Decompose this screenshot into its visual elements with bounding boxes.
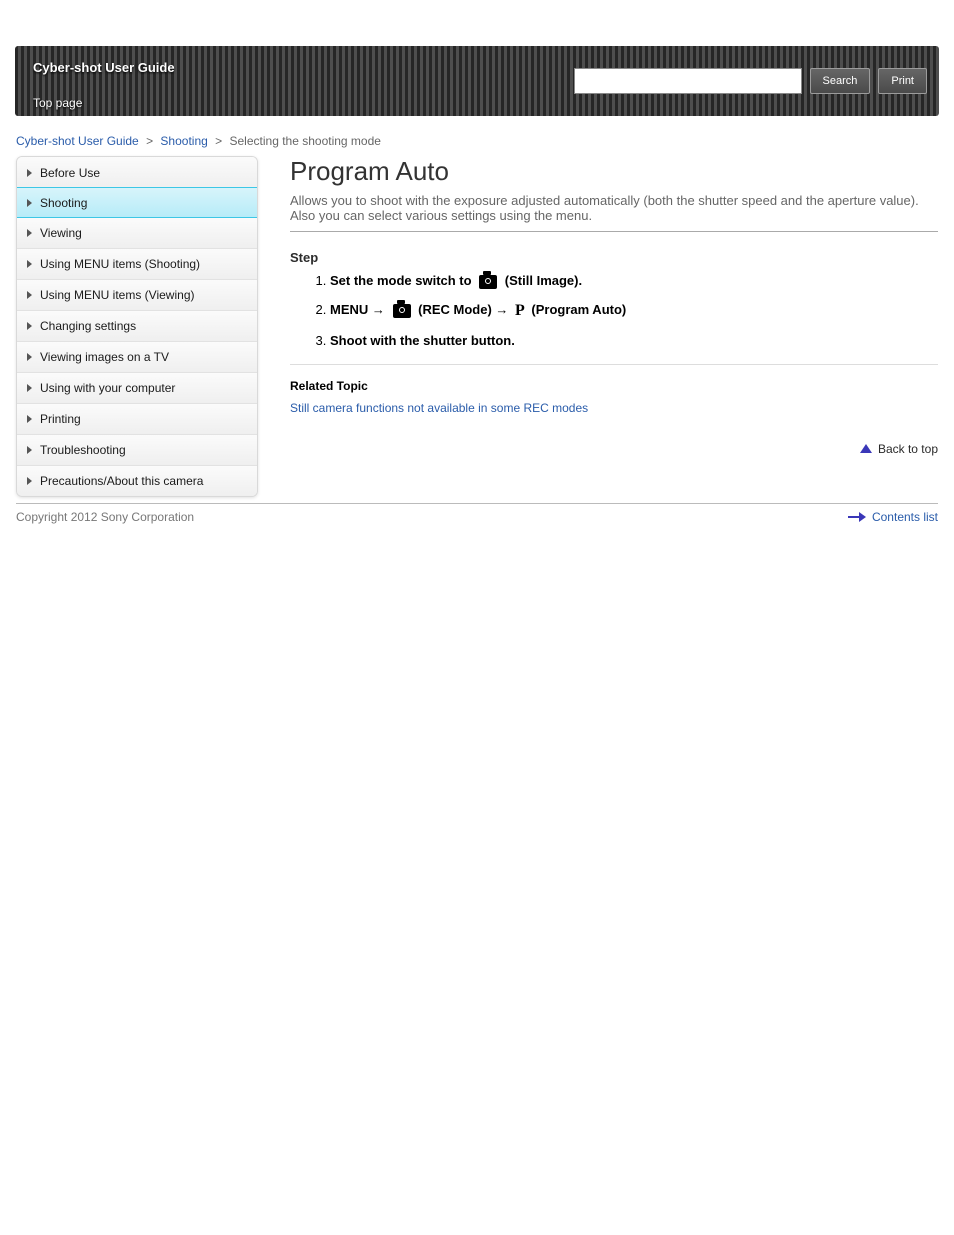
step-3: Shoot with the shutter button. [330, 331, 938, 351]
sidebar-item-troubleshooting[interactable]: Troubleshooting [17, 434, 257, 465]
sidebar-item-printing[interactable]: Printing [17, 403, 257, 434]
sidebar-item-label: Printing [40, 412, 81, 426]
breadcrumb-2: Selecting the shooting mode [230, 134, 381, 148]
sidebar-item-shooting[interactable]: Shooting [16, 187, 258, 218]
copyright: Copyright 2012 Sony Corporation [16, 510, 194, 524]
sidebar-item-tv[interactable]: Viewing images on a TV [17, 341, 257, 372]
back-to-top-label: Back to top [878, 442, 938, 456]
sidebar-item-changing-settings[interactable]: Changing settings [17, 310, 257, 341]
search-button[interactable]: Search [810, 68, 871, 94]
sidebar-item-precautions[interactable]: Precautions/About this camera [17, 465, 257, 496]
page-title: Program Auto [290, 156, 938, 187]
sidebar-item-label: Before Use [40, 166, 100, 180]
contents-list-link[interactable]: Contents list [848, 510, 938, 524]
chevron-right-icon [27, 415, 32, 423]
step-text: Set the mode switch to [330, 273, 475, 288]
chevron-right-icon [27, 322, 32, 330]
chevron-right-icon [27, 229, 32, 237]
camera-icon [479, 275, 497, 289]
steps-list: Set the mode switch to (Still Image). ME… [330, 271, 938, 350]
chevron-right-icon [27, 446, 32, 454]
sidebar-item-label: Using MENU items (Viewing) [40, 288, 194, 302]
sidebar-item-computer[interactable]: Using with your computer [17, 372, 257, 403]
search-input[interactable] [574, 68, 802, 94]
sidebar-item-menu-viewing[interactable]: Using MENU items (Viewing) [17, 279, 257, 310]
sidebar-item-label: Shooting [40, 196, 87, 210]
sidebar-item-before-use[interactable]: Before Use [17, 157, 257, 188]
chevron-right-icon [27, 384, 32, 392]
print-button[interactable]: Print [878, 68, 927, 94]
breadcrumb: Cyber-shot User Guide > Shooting > Selec… [16, 134, 938, 148]
chevron-right-icon [27, 291, 32, 299]
sidebar-item-label: Viewing [40, 226, 82, 240]
sidebar-item-label: Precautions/About this camera [40, 474, 203, 488]
sidebar-item-menu-shooting[interactable]: Using MENU items (Shooting) [17, 248, 257, 279]
related-link[interactable]: Still camera functions not available in … [290, 401, 588, 415]
chevron-right-icon [27, 353, 32, 361]
step-text: (REC Mode) → [415, 302, 513, 317]
sidebar-item-label: Changing settings [40, 319, 136, 333]
breadcrumb-1[interactable]: Shooting [160, 134, 207, 148]
sidebar-item-viewing[interactable]: Viewing [17, 217, 257, 248]
sidebar-item-label: Troubleshooting [40, 443, 126, 457]
chevron-right-icon [27, 477, 32, 485]
step-text: (Program Auto) [528, 302, 626, 317]
related-title: Related Topic [290, 379, 938, 393]
contents-list-label: Contents list [872, 510, 938, 524]
top-menu: Top page [33, 96, 82, 110]
chevron-right-icon [27, 199, 32, 207]
step-text: (Still Image). [501, 273, 582, 288]
back-to-top[interactable]: Back to top [290, 441, 938, 456]
sidebar-item-label: Using with your computer [40, 381, 175, 395]
step-text: MENU → [330, 302, 389, 317]
sidebar-item-label: Using MENU items (Shooting) [40, 257, 200, 271]
camera-icon [393, 304, 411, 318]
topbar: Cyber-shot User Guide Top page Search Pr… [15, 46, 939, 116]
page-subtitle: Allows you to shoot with the exposure ad… [290, 193, 938, 223]
step-1: Set the mode switch to (Still Image). [330, 271, 938, 291]
section-heading: Step [290, 250, 938, 265]
chevron-right-icon [27, 260, 32, 268]
step-2: MENU → (REC Mode) → P (Program Auto) [330, 299, 938, 323]
step-text: Shoot with the shutter button. [330, 333, 515, 348]
sidebar-item-label: Viewing images on a TV [40, 350, 169, 364]
sidebar: Before Use Shooting Viewing Using MENU i… [16, 156, 258, 497]
brand-title: Cyber-shot User Guide [33, 60, 175, 75]
menu-top-page[interactable]: Top page [33, 96, 82, 110]
breadcrumb-0[interactable]: Cyber-shot User Guide [16, 134, 139, 148]
chevron-right-icon [27, 169, 32, 177]
p-mode-icon: P [515, 299, 525, 323]
triangle-up-icon [860, 444, 872, 453]
arrow-right-icon [848, 513, 866, 521]
